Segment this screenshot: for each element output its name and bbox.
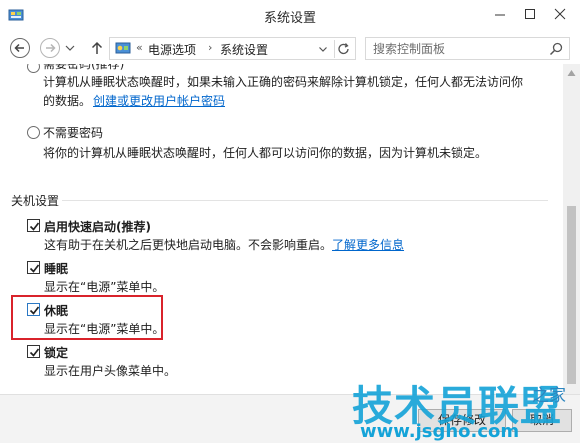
search-icon[interactable]	[549, 42, 563, 56]
scrollbar-thumb[interactable]	[567, 206, 576, 384]
require-password-description-line2: 的数据。	[43, 94, 92, 108]
hibernate-label: 休眠	[44, 304, 69, 318]
hibernate-description: 显示在“电源”菜单中。	[44, 322, 165, 336]
settings-content: 需要密码(推荐) 计算机从睡眠状态唤醒时，如果未输入正确的密码来解除计算机锁定，…	[0, 64, 563, 394]
vertical-scrollbar[interactable]	[563, 64, 580, 394]
breadcrumb-item-power-options[interactable]: 电源选项	[148, 41, 196, 58]
chevron-down-icon[interactable]	[317, 43, 329, 55]
lock-label: 锁定	[44, 346, 69, 360]
breadcrumb-overflow[interactable]: «	[136, 41, 143, 54]
refresh-icon[interactable]	[334, 40, 352, 58]
recent-locations-chevron-icon[interactable]	[63, 41, 77, 55]
learn-more-link[interactable]: 了解更多信息	[332, 236, 404, 253]
footer-bar: 保存修改 取消	[0, 394, 580, 443]
breadcrumb-item-system-settings[interactable]: 系统设置	[220, 41, 268, 58]
address-bar[interactable]: « 电源选项 › 系统设置	[109, 37, 356, 60]
hibernate-checkbox[interactable]	[27, 303, 40, 316]
breadcrumb-separator: ›	[208, 41, 213, 54]
lock-checkbox[interactable]	[27, 345, 40, 358]
section-title-shutdown-settings: 关机设置	[11, 194, 60, 208]
navigation-bar: « 电源选项 › 系统设置	[0, 33, 580, 63]
require-password-label: 需要密码(推荐)	[43, 64, 125, 71]
back-button[interactable]	[9, 37, 31, 59]
scroll-up-arrow-icon[interactable]	[567, 66, 576, 76]
fast-startup-label: 启用快速启动(推荐)	[44, 220, 151, 234]
no-password-description: 将你的计算机从睡眠状态唤醒时，任何人都可以访问你的数据，因为计算机未锁定。	[43, 146, 488, 160]
forward-button[interactable]	[39, 37, 61, 59]
sleep-checkbox[interactable]	[27, 261, 40, 274]
sleep-label: 睡眠	[44, 262, 69, 276]
no-password-radio[interactable]	[27, 126, 40, 139]
control-panel-icon	[114, 40, 132, 57]
section-divider	[62, 200, 548, 201]
minimize-button[interactable]	[486, 4, 514, 24]
maximize-button[interactable]	[516, 4, 544, 24]
up-arrow-button[interactable]	[86, 37, 108, 59]
fast-startup-checkbox[interactable]	[27, 219, 40, 232]
search-box[interactable]	[365, 37, 570, 60]
lock-description: 显示在用户头像菜单中。	[44, 364, 177, 378]
create-change-password-link[interactable]: 创建或更改用户帐户密码	[93, 92, 225, 109]
sleep-description: 显示在“电源”菜单中。	[44, 280, 165, 294]
title-bar: 系统设置	[0, 0, 580, 31]
close-button[interactable]	[546, 4, 574, 24]
search-input[interactable]	[366, 38, 536, 59]
require-password-radio[interactable]	[27, 64, 40, 73]
fast-startup-description: 这有助于在关机之后更快地启动电脑。不会影响重启。	[44, 238, 333, 252]
require-password-description-line1: 计算机从睡眠状态唤醒时，如果未输入正确的密码来解除计算机锁定，任何人都无法访问你	[43, 75, 524, 89]
cancel-button[interactable]: 取消	[512, 409, 572, 432]
no-password-label: 不需要密码	[43, 126, 104, 140]
save-changes-button[interactable]: 保存修改	[418, 409, 506, 432]
